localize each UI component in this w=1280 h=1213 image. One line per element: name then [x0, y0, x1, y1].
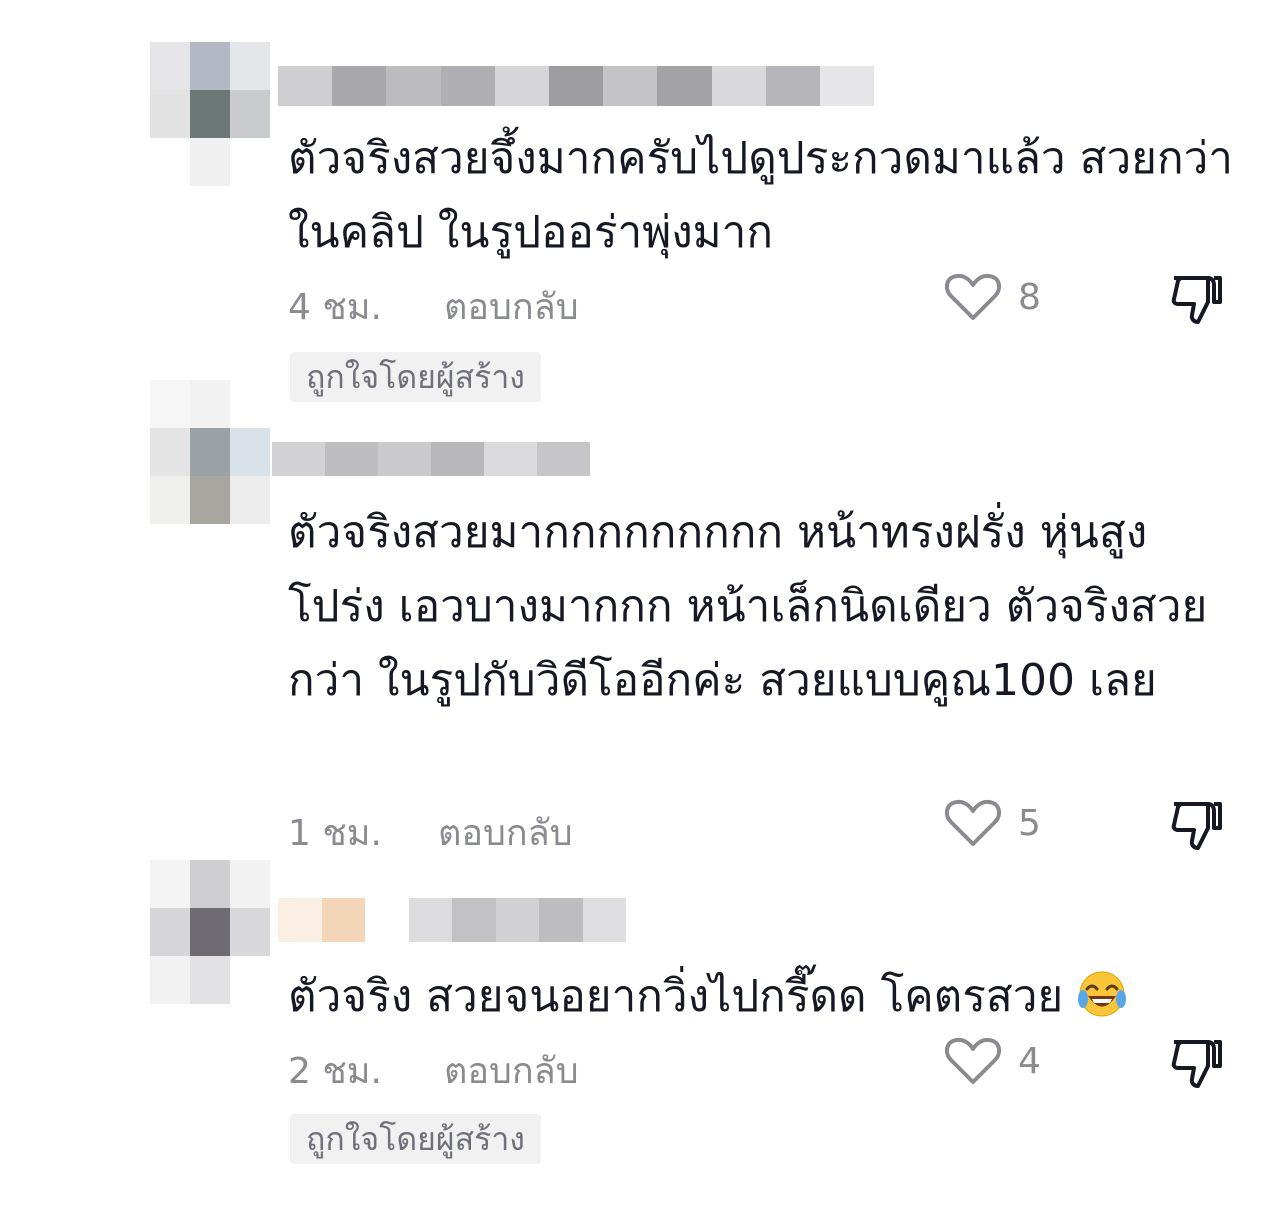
thumbs-down-icon[interactable]	[1168, 1036, 1224, 1092]
laughing-tears-icon	[1078, 971, 1127, 1017]
thumbs-down-icon[interactable]	[1168, 272, 1224, 328]
heart-outline-icon	[944, 273, 1002, 320]
heart-outline-icon	[944, 799, 1002, 846]
comment-timestamp: 2 ชม.	[288, 1051, 382, 1092]
like-button[interactable]: 8	[944, 272, 1041, 322]
reply-button[interactable]: ตอบกลับ	[444, 278, 579, 335]
heart-outline-icon	[944, 1037, 1002, 1084]
comment-timestamp: 1 ชม.	[288, 813, 382, 854]
username-blurred[interactable]	[272, 442, 590, 476]
avatar[interactable]	[150, 860, 270, 1006]
creator-liked-badge: ถูกใจโดยผู้สร้าง	[290, 352, 541, 402]
comment-meta: 2 ชม. ตอบกลับ 4	[288, 1036, 1238, 1092]
username-blurred[interactable]	[278, 898, 626, 942]
reply-button[interactable]: ตอบกลับ	[444, 1042, 579, 1099]
comment-text: ตัวจริง สวยจนอยากวิ่งไปกรี๊ดด โคตรสวย	[288, 960, 1248, 1034]
creator-liked-badge: ถูกใจโดยผู้สร้าง	[290, 1114, 541, 1164]
comment-text: ตัวจริงสวยจึ้งมากครับไปดูประกวดมาแล้ว สว…	[288, 133, 1234, 258]
comment-text-content: ตัวจริง สวยจนอยากวิ่งไปกรี๊ดด โคตรสวย	[288, 971, 1064, 1022]
like-count: 8	[1018, 276, 1041, 318]
username-blurred[interactable]	[278, 66, 875, 106]
like-count: 5	[1018, 802, 1041, 844]
avatar[interactable]	[150, 380, 270, 526]
comment-text: ตัวจริงสวยมากกกกกกกกก หน้าทรงฝรั่ง หุ่นส…	[288, 507, 1208, 706]
cropped-next-comment	[1094, 1196, 1124, 1213]
like-count: 4	[1018, 1040, 1041, 1082]
like-button[interactable]: 5	[944, 798, 1041, 848]
thumbs-down-icon[interactable]	[1168, 798, 1224, 854]
comment-meta: 4 ชม. ตอบกลับ 8	[288, 272, 1238, 328]
comment-meta: 1 ชม. ตอบกลับ 5	[288, 798, 1238, 854]
comment-timestamp: 4 ชม.	[288, 287, 382, 328]
avatar[interactable]	[150, 42, 270, 188]
like-button[interactable]: 4	[944, 1036, 1041, 1086]
reply-button[interactable]: ตอบกลับ	[438, 804, 573, 861]
